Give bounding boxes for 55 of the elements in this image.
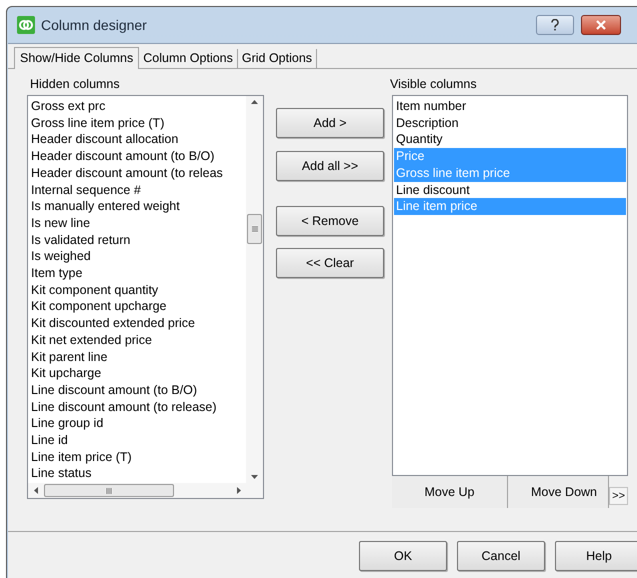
list-item[interactable]: Kit net extended price: [31, 332, 246, 349]
scroll-left-icon[interactable]: [34, 487, 38, 494]
list-label: Hidden columns: [30, 76, 121, 93]
list-item[interactable]: Kit component quantity: [31, 282, 246, 298]
scroll-right-icon[interactable]: [237, 487, 241, 494]
list-item[interactable]: Line item price (T): [31, 448, 246, 466]
window-title: Column designer: [41, 16, 147, 35]
move-button[interactable]: Move Up: [392, 476, 508, 508]
tab[interactable]: Show/Hide Columns: [14, 47, 140, 69]
list-item[interactable]: Item type: [31, 265, 246, 282]
hidden-columns-list[interactable]: [27, 95, 264, 499]
list-item[interactable]: Line status: [31, 465, 246, 482]
list-item[interactable]: Line id: [31, 432, 246, 449]
list-item[interactable]: Header discount amount (to releas: [31, 164, 246, 182]
list-item[interactable]: Gross line item price (T): [31, 114, 246, 132]
list-button[interactable]: << Clear: [276, 248, 384, 278]
scroll-up-icon[interactable]: [251, 100, 258, 104]
close-icon: [595, 20, 607, 30]
close-button[interactable]: [581, 15, 621, 35]
list-item[interactable]: Description: [394, 114, 626, 132]
list-item[interactable]: Item number: [394, 98, 626, 115]
list-item[interactable]: Is manually entered weight: [31, 198, 246, 215]
dialog-button[interactable]: Cancel: [457, 541, 545, 571]
list-item[interactable]: Quantity: [394, 131, 626, 148]
list-item[interactable]: Header discount allocation: [31, 131, 246, 148]
move-button[interactable]: Move Down: [508, 476, 610, 508]
list-item[interactable]: Header discount amount (to B/O): [31, 148, 246, 165]
help-button[interactable]: [536, 15, 574, 35]
scroll-thumb[interactable]: [44, 484, 174, 497]
app-logo-icon: [17, 16, 35, 34]
scroll-down-icon[interactable]: [251, 475, 258, 479]
dialog-button[interactable]: OK: [359, 541, 447, 571]
list-item[interactable]: Gross ext prc: [31, 98, 246, 115]
list-item[interactable]: Kit parent line: [31, 348, 246, 366]
list-item[interactable]: Line discount: [394, 182, 626, 198]
list-item[interactable]: Line discount amount (to release): [31, 398, 246, 416]
list-item[interactable]: Internal sequence #: [31, 182, 246, 198]
list-item[interactable]: Kit component upcharge: [31, 298, 246, 316]
overflow-button[interactable]: >>: [609, 487, 628, 505]
list-item[interactable]: Is validated return: [31, 232, 246, 248]
vertical-scrollbar[interactable]: [246, 96, 263, 483]
horizontal-scrollbar[interactable]: [28, 483, 263, 498]
list-item[interactable]: Line group id: [31, 415, 246, 432]
question-mark-icon: [551, 19, 559, 31]
list-button[interactable]: Add all >>: [276, 151, 384, 181]
list-button[interactable]: < Remove: [276, 206, 384, 236]
list-item[interactable]: Kit discounted extended price: [31, 315, 246, 332]
list-item[interactable]: Is weighed: [31, 248, 246, 266]
list-item[interactable]: Kit upcharge: [31, 365, 246, 382]
list-label: Visible columns: [390, 76, 478, 93]
list-item[interactable]: Line discount amount (to B/O): [31, 382, 246, 399]
list-item[interactable]: Is new line: [31, 214, 246, 232]
list-button[interactable]: Add >: [276, 108, 384, 138]
scroll-thumb[interactable]: [247, 214, 262, 244]
dialog-button[interactable]: Help: [555, 541, 637, 571]
